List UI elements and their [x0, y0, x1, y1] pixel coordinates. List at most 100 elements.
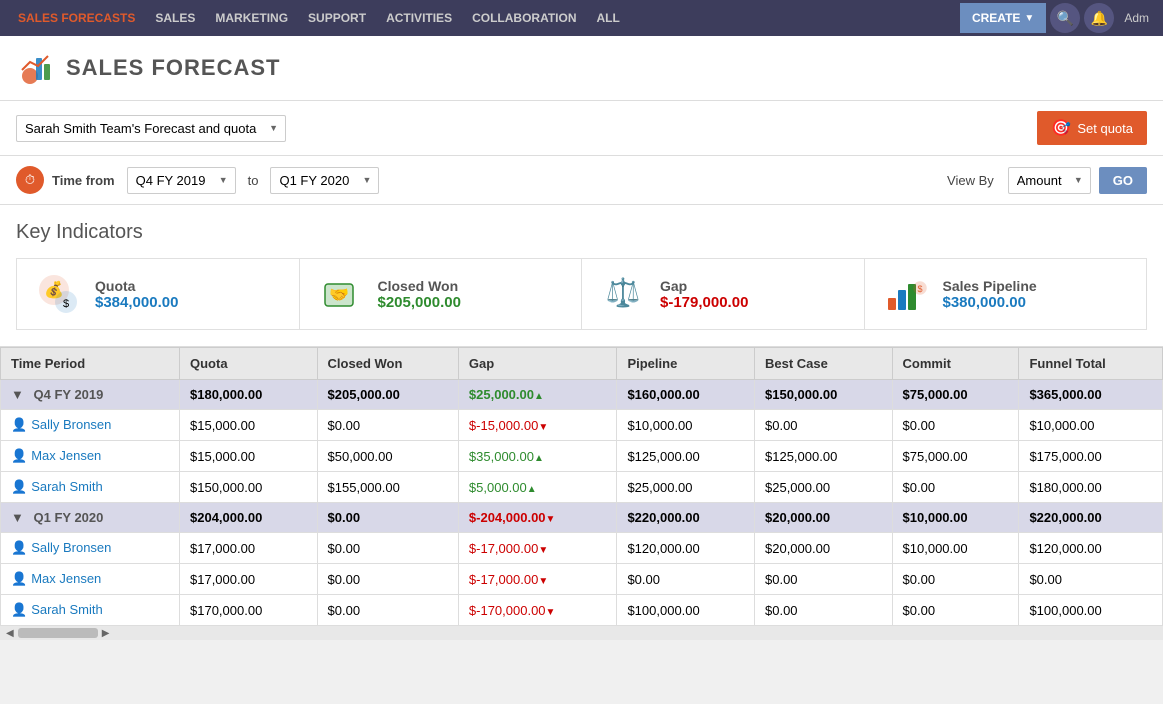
person-cell: 👤Max Jensen — [1, 441, 180, 472]
person-cell: 👤 Sarah Smith — [1, 595, 180, 626]
person-name[interactable]: Max Jensen — [31, 571, 101, 586]
col-best-case: Best Case — [755, 348, 893, 380]
col-quota: Quota — [180, 348, 318, 380]
quota-icon: 💰 $ — [33, 269, 83, 319]
indicator-gap: ⚖️ Gap $-179,000.00 — [582, 258, 865, 330]
table-row: 👤Sarah Smith $170,000.00 $0.00 $-170,000… — [1, 595, 1163, 626]
person-icon: 👤 — [11, 602, 27, 617]
closed-won-info: Closed Won $205,000.00 — [378, 278, 461, 311]
person-icon: 👤 — [11, 540, 27, 555]
person-name[interactable]: Max Jensen — [31, 448, 101, 463]
gap-icon: ⚖️ — [598, 269, 648, 319]
quota-info: Quota $384,000.00 — [95, 278, 178, 311]
best-case-cell: $150,000.00 — [755, 380, 893, 410]
search-icon[interactable]: 🔍 — [1050, 3, 1080, 33]
col-funnel-total: Funnel Total — [1019, 348, 1163, 380]
person-icon: 👤 — [11, 417, 27, 432]
collapse-icon[interactable]: ▼ — [11, 387, 24, 402]
table-row: 👤Max Jensen $15,000.00 $50,000.00 $35,00… — [1, 441, 1163, 472]
scroll-thumb[interactable] — [18, 628, 98, 638]
time-from-label: Time from — [52, 173, 115, 188]
nav-item-support[interactable]: SUPPORT — [298, 0, 376, 36]
svg-text:$: $ — [63, 298, 69, 310]
nav-item-collaboration[interactable]: COLLABORATION — [462, 0, 586, 36]
data-table: Time Period Quota Closed Won Gap Pipelin… — [0, 347, 1163, 626]
person-name[interactable]: Sally Bronsen — [31, 540, 111, 555]
col-closed-won: Closed Won — [317, 348, 458, 380]
scroll-left-arrow[interactable]: ◀ — [2, 628, 18, 639]
table-section: Time Period Quota Closed Won Gap Pipelin… — [0, 347, 1163, 626]
person-name[interactable]: Sarah Smith — [31, 479, 103, 494]
to-period-wrapper[interactable]: Q1 FY 2020 — [270, 167, 379, 194]
col-gap: Gap — [458, 348, 617, 380]
person-cell: 👤 Max Jensen — [1, 564, 180, 595]
gap-value: $-179,000.00 — [660, 294, 748, 311]
create-button[interactable]: CREATE ▼ — [960, 3, 1046, 33]
nav-item-sales[interactable]: SALES — [145, 0, 205, 36]
pipeline-cell: $160,000.00 — [617, 380, 755, 410]
table-row: 👤Max Jensen $17,000.00 $0.00 $-17,000.00… — [1, 564, 1163, 595]
sales-pipeline-info: Sales Pipeline $380,000.00 — [943, 278, 1037, 311]
set-quota-icon: 🎯 — [1051, 118, 1071, 138]
person-name[interactable]: Sarah Smith — [31, 602, 103, 617]
forecast-select-wrapper[interactable]: Sarah Smith Team's Forecast and quota — [16, 115, 286, 142]
notifications-icon[interactable]: 🔔 — [1084, 3, 1114, 33]
person-icon: 👤 — [11, 479, 27, 494]
person-cell: 👤 Sally Bronsen — [1, 533, 180, 564]
closed-won-value: $205,000.00 — [378, 294, 461, 311]
from-period-wrapper[interactable]: Q4 FY 2019 — [127, 167, 236, 194]
sales-forecast-icon — [16, 48, 56, 88]
indicators-row: 💰 $ Quota $384,000.00 🤝 Closed Won $205,… — [16, 258, 1147, 330]
gap-info: Gap $-179,000.00 — [660, 278, 748, 311]
closed-won-label: Closed Won — [378, 278, 461, 294]
from-period-select[interactable]: Q4 FY 2019 — [127, 167, 236, 194]
admin-label: Adm — [1118, 11, 1155, 25]
person-icon: 👤 — [11, 571, 27, 586]
nav-item-marketing[interactable]: MARKETING — [205, 0, 298, 36]
indicator-quota: 💰 $ Quota $384,000.00 — [16, 258, 300, 330]
table-header-row: Time Period Quota Closed Won Gap Pipelin… — [1, 348, 1163, 380]
forecast-select[interactable]: Sarah Smith Team's Forecast and quota — [16, 115, 286, 142]
scroll-right-arrow[interactable]: ▶ — [98, 628, 114, 639]
nav-item-all[interactable]: ALL — [587, 0, 630, 36]
collapse-icon[interactable]: ▼ — [11, 510, 24, 525]
to-period-select[interactable]: Q1 FY 2020 — [270, 167, 379, 194]
go-button[interactable]: GO — [1099, 167, 1147, 194]
page-header: SALES FORECAST — [0, 36, 1163, 101]
svg-text:🤝: 🤝 — [329, 287, 349, 304]
key-indicators-title: Key Indicators — [16, 221, 1147, 244]
commit-cell: $75,000.00 — [892, 380, 1019, 410]
sales-pipeline-value: $380,000.00 — [943, 294, 1037, 311]
indicator-closed-won: 🤝 Closed Won $205,000.00 — [300, 258, 583, 330]
quota-cell: $180,000.00 — [180, 380, 318, 410]
nav-item-activities[interactable]: ACTIVITIES — [376, 0, 462, 36]
toolbar: Sarah Smith Team's Forecast and quota 🎯 … — [0, 101, 1163, 156]
period-cell: ▼ Q4 FY 2019 — [1, 380, 180, 410]
horizontal-scrollbar[interactable]: ◀ ▶ — [0, 626, 1163, 640]
amount-select-wrapper[interactable]: Amount — [1008, 167, 1091, 194]
create-dropdown-arrow: ▼ — [1024, 13, 1034, 24]
col-time-period: Time Period — [1, 348, 180, 380]
view-by-label: View By — [947, 173, 994, 188]
svg-text:⚖️: ⚖️ — [606, 276, 641, 309]
time-icon: ⏱ — [16, 166, 44, 194]
table-row: 👤Sarah Smith $150,000.00 $155,000.00 $5,… — [1, 472, 1163, 503]
person-name[interactable]: Sally Bronsen — [31, 417, 111, 432]
svg-text:$: $ — [917, 284, 922, 294]
amount-select[interactable]: Amount — [1008, 167, 1091, 194]
period-cell: ▼ Q1 FY 2020 — [1, 503, 180, 533]
gap-cell: $25,000.00▲ — [458, 380, 617, 410]
set-quota-button[interactable]: 🎯 Set quota — [1037, 111, 1147, 145]
top-navigation: SALES FORECASTS SALES MARKETING SUPPORT … — [0, 0, 1163, 36]
group-period-label: Q4 FY 2019 — [34, 387, 104, 402]
gap-label: Gap — [660, 278, 748, 294]
person-cell: 👤 Sarah Smith — [1, 472, 180, 503]
table-row: 👤Sally Bronsen $15,000.00 $0.00 $-15,000… — [1, 410, 1163, 441]
closed-won-cell: $205,000.00 — [317, 380, 458, 410]
quota-value: $384,000.00 — [95, 294, 178, 311]
nav-item-sales-forecasts[interactable]: SALES FORECASTS — [8, 0, 145, 36]
page-title: SALES FORECAST — [66, 55, 280, 81]
table-row: 👤Sally Bronsen $17,000.00 $0.00 $-17,000… — [1, 533, 1163, 564]
funnel-total-cell: $365,000.00 — [1019, 380, 1163, 410]
col-pipeline: Pipeline — [617, 348, 755, 380]
